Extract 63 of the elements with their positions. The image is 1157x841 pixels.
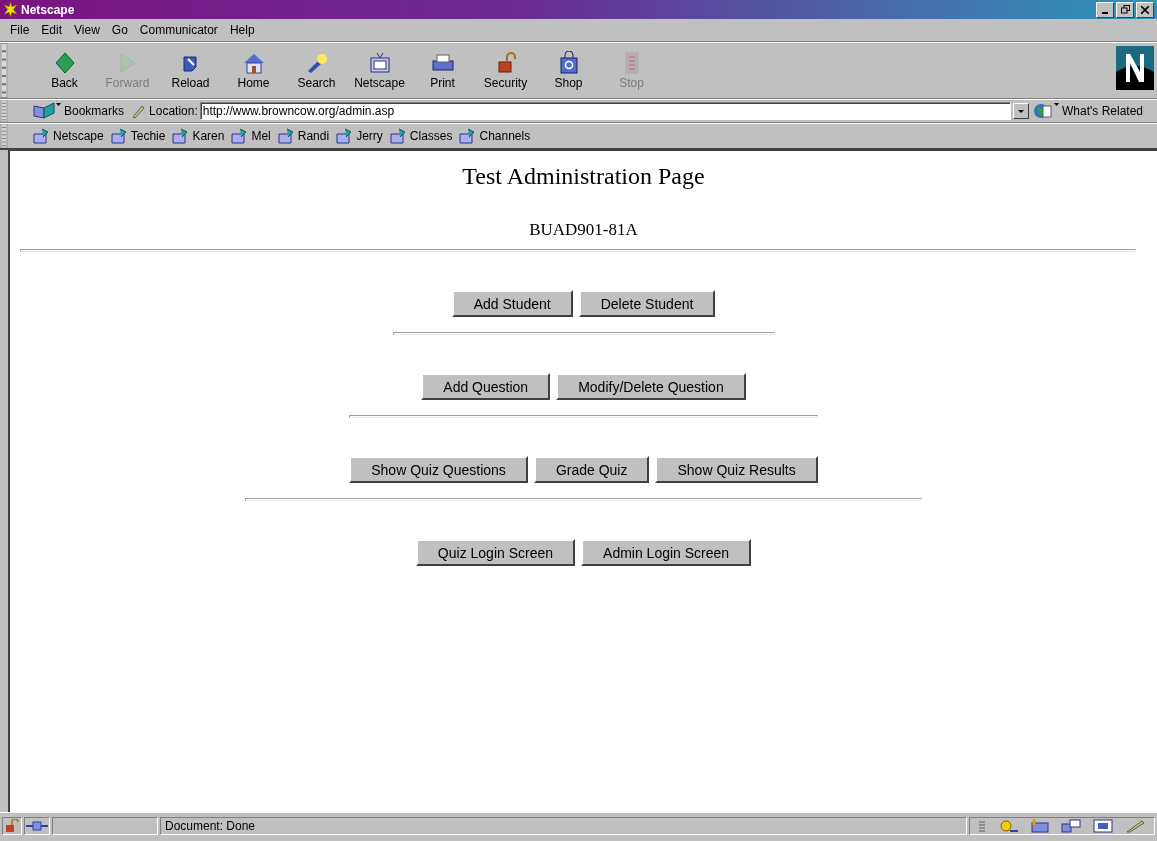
folder-icon	[109, 128, 128, 144]
bookmark-link[interactable]: Techie	[109, 128, 166, 144]
page-title: Test Administration Page	[462, 163, 705, 190]
status-text: Document: Done	[160, 817, 967, 835]
course-code: BUAD901-81A	[529, 220, 638, 240]
pen-icon[interactable]	[1124, 819, 1146, 833]
menu-item[interactable]: Edit	[35, 23, 69, 37]
bookmark-link[interactable]: Channels	[458, 128, 531, 144]
connection-plug-icon[interactable]	[25, 819, 49, 833]
toolbar-button[interactable]: Security	[474, 51, 537, 90]
toolbar-button[interactable]: Shop	[537, 51, 600, 90]
folder-icon	[276, 128, 295, 144]
bookmark-link[interactable]: Randi	[276, 128, 330, 144]
action-button[interactable]: Show Quiz Results	[655, 456, 818, 483]
toolbar-button[interactable]: Print	[411, 51, 474, 90]
bookmarks-button[interactable]: Bookmarks	[32, 102, 125, 120]
folder-icon	[32, 128, 50, 144]
toolbar-button[interactable]: Back	[33, 51, 96, 90]
toolbar-grip-icon[interactable]	[0, 124, 8, 148]
globe-page-icon	[1033, 102, 1059, 120]
action-button[interactable]: Show Quiz Questions	[349, 456, 528, 483]
dropdown-button[interactable]	[1013, 103, 1029, 119]
action-button[interactable]: Admin Login Screen	[581, 539, 752, 566]
action-button[interactable]: Grade Quiz	[533, 456, 650, 483]
bookmark-link[interactable]: Netscape	[32, 128, 104, 144]
toolbar-grip-icon[interactable]	[0, 43, 8, 98]
action-button[interactable]: Add Question	[421, 373, 551, 400]
component-bar-grip-icon[interactable]	[978, 819, 986, 833]
whats-related-button[interactable]: What's Related	[1033, 102, 1143, 120]
menu-item[interactable]: Go	[105, 23, 134, 37]
folder-icon	[171, 128, 190, 144]
menu-item[interactable]: File	[4, 23, 36, 37]
maximize-button[interactable]	[1116, 1, 1134, 18]
bookmarks-book-icon	[32, 102, 62, 120]
bookmark-link[interactable]: Karen	[171, 128, 225, 144]
window-title: Netscape	[21, 2, 76, 17]
location-field[interactable]: http://www.browncow.org/admin.asp	[199, 102, 1011, 120]
toolbar-button[interactable]: Reload	[159, 51, 222, 90]
bookmark-link[interactable]: Jerry	[335, 128, 383, 144]
location-label: Location:	[149, 104, 198, 118]
folder-icon	[388, 128, 407, 144]
menu-item[interactable]: Help	[223, 23, 261, 37]
close-icon	[1141, 5, 1149, 14]
action-button[interactable]: Delete Student	[578, 290, 716, 317]
action-button[interactable]: Quiz Login Screen	[415, 539, 576, 566]
minimize-icon	[1102, 11, 1108, 14]
minimize-button[interactable]	[1096, 1, 1114, 18]
toolbar-button[interactable]: Home	[222, 51, 285, 90]
action-button[interactable]: Modify/Delete Question	[556, 373, 746, 400]
action-button[interactable]: Add Student	[451, 290, 573, 317]
menu-item[interactable]: Communicator	[133, 23, 224, 37]
folder-icon	[458, 128, 477, 144]
bookmark-link[interactable]: Mel	[230, 128, 271, 144]
folder-icon	[335, 128, 354, 144]
padlock-icon[interactable]	[3, 819, 21, 833]
menu-item[interactable]: View	[68, 23, 106, 37]
toolbar-button[interactable]: Search	[285, 51, 348, 90]
bookmark-link[interactable]: Classes	[388, 128, 453, 144]
toolbar-grip-icon[interactable]	[0, 100, 8, 122]
toolbar-button[interactable]: Netscape	[348, 51, 411, 90]
close-button[interactable]	[1136, 1, 1154, 18]
restore-icon	[1120, 5, 1130, 14]
folder-icon	[230, 128, 249, 144]
